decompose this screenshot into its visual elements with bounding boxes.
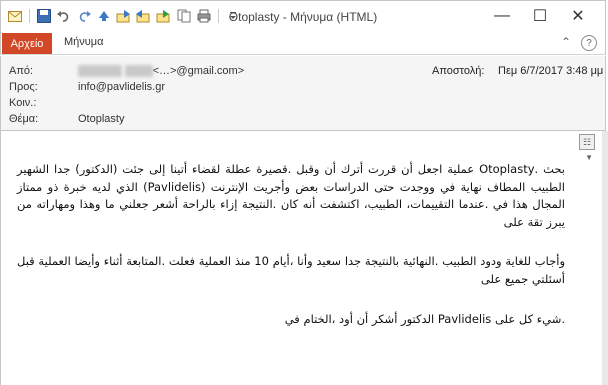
maximize-button[interactable]: ☐ [521,4,559,28]
scrollbar[interactable] [602,131,608,385]
close-button[interactable]: ✕ [559,4,597,28]
from-label: Από: [9,65,34,77]
sent-value: Πεμ 6/7/2017 3:48 μμ [498,65,604,77]
from-value[interactable]: xxxxxxxx xxxxx<…>@gmail.com> [78,65,244,77]
subject-label: Θέμα: [9,113,39,125]
ribbon-tabs: Αρχείο Μήνυμα ⌃ ? [0,32,606,55]
minimize-button[interactable]: — [483,4,521,28]
chevron-up-icon[interactable]: ⌃ [561,35,571,51]
ribbon-right: ⌃ ? [561,35,597,51]
sent-label: Αποστολή: [432,65,485,77]
window-controls: — ☐ ✕ [483,4,597,28]
chevron-down-icon[interactable]: ▼ [585,153,593,162]
subject-value: Otoplasty [78,113,125,125]
title-bar: Otoplasty - Μήνυμα (HTML) — ☐ ✕ [0,0,606,32]
body-paragraph-3: .شيء كل على Pavlidelis الدكتور أشكر أن أ… [284,312,565,326]
from-address: <…>@gmail.com> [152,65,245,77]
tab-file[interactable]: Αρχείο [2,33,52,54]
cc-label: Κοιν.: [9,97,37,109]
message-body: ☷ ▼ بحث .Otoplasty عملية اجعل أن قررت أت… [0,131,606,385]
help-icon[interactable]: ? [581,35,597,51]
message-header: Από: xxxxxxxx xxxxx<…>@gmail.com> Προς: … [0,56,606,130]
tab-message[interactable]: Μήνυμα [64,36,104,48]
people-pane-icon[interactable]: ☷ [579,134,595,150]
body-paragraph-2: وأجاب للغاية ودود الطبيب .النهائية بالنت… [17,254,565,286]
to-value[interactable]: info@pavlidelis.gr [78,81,165,93]
body-paragraph-1: بحث .Otoplasty عملية اجعل أن قررت أترك أ… [17,162,565,229]
to-label: Προς: [9,81,38,93]
